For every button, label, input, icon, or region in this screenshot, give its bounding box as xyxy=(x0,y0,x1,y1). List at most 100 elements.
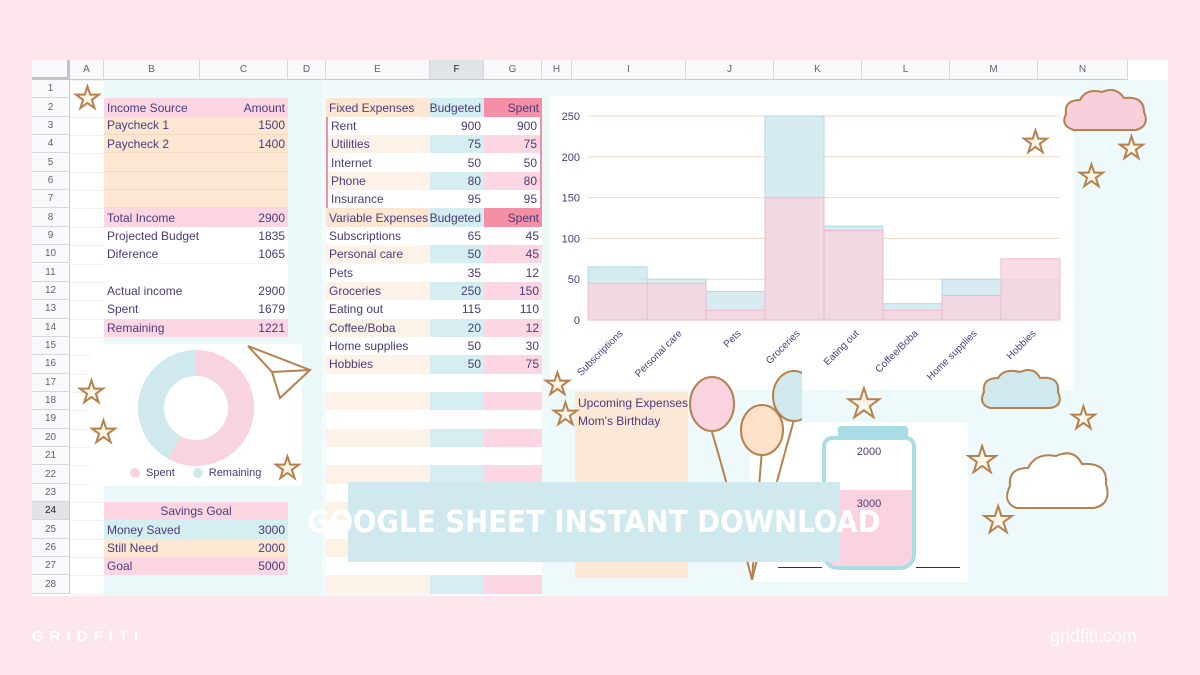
row-header-10[interactable]: 10 xyxy=(32,245,70,264)
variable-expense-spent[interactable]: 150 xyxy=(484,281,542,301)
projected-budget-value[interactable]: 1835 xyxy=(200,226,288,246)
empty-cell[interactable] xyxy=(430,391,484,411)
row-header-15[interactable]: 15 xyxy=(32,336,70,356)
empty-cell[interactable] xyxy=(104,263,288,282)
column-header-h[interactable]: H xyxy=(542,60,572,80)
row-header-20[interactable]: 20 xyxy=(32,428,70,447)
column-header-k[interactable]: K xyxy=(774,60,862,80)
empty-cell[interactable] xyxy=(430,428,484,447)
variable-expenses-header[interactable]: Variable Expenses xyxy=(326,208,430,227)
total-income-label[interactable]: Total Income xyxy=(104,208,200,227)
fixed-expense-spent[interactable]: 80 xyxy=(484,171,542,191)
fixed-expense-name[interactable]: Internet xyxy=(326,153,430,172)
variable-expense-name[interactable]: Subscriptions xyxy=(326,226,430,246)
income-header-amount[interactable]: Amount xyxy=(200,98,288,117)
fixed-expense-name[interactable]: Utilities xyxy=(326,135,430,154)
actual-income-value[interactable]: 2900 xyxy=(200,281,288,301)
fixed-expenses-header[interactable]: Fixed Expenses xyxy=(326,98,430,117)
savings-value[interactable]: 5000 xyxy=(200,557,288,576)
remaining-value[interactable]: 1221 xyxy=(200,318,288,337)
column-header-i[interactable]: I xyxy=(572,60,686,80)
empty-cell[interactable] xyxy=(326,575,430,594)
variable-budgeted-header[interactable]: Budgeted xyxy=(430,208,484,227)
empty-cell[interactable] xyxy=(484,447,542,466)
projected-budget-label[interactable]: Projected Budget xyxy=(104,226,200,246)
row-header-13[interactable]: 13 xyxy=(32,300,70,319)
variable-expense-spent[interactable]: 12 xyxy=(484,318,542,337)
variable-expense-name[interactable]: Eating out xyxy=(326,300,430,319)
fixed-expense-budgeted[interactable]: 95 xyxy=(430,190,484,209)
empty-cell[interactable] xyxy=(484,410,542,429)
fixed-expense-spent[interactable]: 50 xyxy=(484,153,542,172)
fixed-expense-name[interactable]: Rent xyxy=(326,116,430,136)
fixed-expense-name[interactable]: Insurance xyxy=(326,190,430,209)
column-header-e[interactable]: E xyxy=(326,60,430,80)
fixed-expense-budgeted[interactable]: 900 xyxy=(430,116,484,136)
empty-cell[interactable] xyxy=(326,428,430,447)
variable-expense-name[interactable]: Groceries xyxy=(326,281,430,301)
income-amount-cell[interactable] xyxy=(200,171,288,191)
fixed-expense-budgeted[interactable]: 80 xyxy=(430,171,484,191)
difference-value[interactable]: 1065 xyxy=(200,245,288,264)
empty-cell[interactable] xyxy=(326,373,430,392)
variable-expense-name[interactable]: Hobbies xyxy=(326,355,430,374)
fixed-budgeted-header[interactable]: Budgeted xyxy=(430,98,484,117)
row-header-17[interactable]: 17 xyxy=(32,373,70,392)
fixed-expense-spent[interactable]: 95 xyxy=(484,190,542,209)
variable-expense-name[interactable]: Pets xyxy=(326,263,430,282)
actual-income-label[interactable]: Actual income xyxy=(104,281,200,301)
row-header-21[interactable]: 21 xyxy=(32,447,70,466)
row-header-3[interactable]: 3 xyxy=(32,116,70,136)
empty-cell[interactable] xyxy=(326,410,430,429)
column-header-f[interactable]: F xyxy=(430,60,484,80)
column-header-g[interactable]: G xyxy=(484,60,542,80)
variable-expense-budgeted[interactable]: 50 xyxy=(430,355,484,374)
spent-label[interactable]: Spent xyxy=(104,300,200,319)
row-header-22[interactable]: 22 xyxy=(32,465,70,484)
row-header-18[interactable]: 18 xyxy=(32,391,70,411)
column-header-j[interactable]: J xyxy=(686,60,774,80)
empty-cell[interactable] xyxy=(430,447,484,466)
row-header-14[interactable]: 14 xyxy=(32,318,70,337)
variable-expense-spent[interactable]: 110 xyxy=(484,300,542,319)
empty-cell[interactable] xyxy=(326,391,430,411)
fixed-spent-header[interactable]: Spent xyxy=(484,98,542,117)
row-header-24[interactable]: 24 xyxy=(32,502,70,521)
row-header-12[interactable]: 12 xyxy=(32,281,70,301)
row-header-27[interactable]: 27 xyxy=(32,557,70,576)
variable-expense-spent[interactable]: 75 xyxy=(484,355,542,374)
variable-expense-budgeted[interactable]: 35 xyxy=(430,263,484,282)
savings-goal-title[interactable]: Savings Goal xyxy=(104,502,288,521)
variable-expense-budgeted[interactable]: 50 xyxy=(430,336,484,356)
row-header-9[interactable]: 9 xyxy=(32,226,70,246)
column-header-d[interactable]: D xyxy=(288,60,326,80)
total-income-value[interactable]: 2900 xyxy=(200,208,288,227)
fixed-expense-budgeted[interactable]: 50 xyxy=(430,153,484,172)
row-header-26[interactable]: 26 xyxy=(32,538,70,558)
empty-cell[interactable] xyxy=(484,465,542,484)
variable-expense-budgeted[interactable]: 115 xyxy=(430,300,484,319)
row-header-4[interactable]: 4 xyxy=(32,135,70,154)
empty-cell[interactable] xyxy=(430,410,484,429)
empty-cell[interactable] xyxy=(484,575,542,594)
variable-spent-header[interactable]: Spent xyxy=(484,208,542,227)
variable-expense-budgeted[interactable]: 20 xyxy=(430,318,484,337)
variable-expense-budgeted[interactable]: 50 xyxy=(430,245,484,264)
fixed-expense-spent[interactable]: 900 xyxy=(484,116,542,136)
row-header-5[interactable]: 5 xyxy=(32,153,70,172)
income-amount-cell[interactable] xyxy=(200,153,288,172)
variable-expense-name[interactable]: Home supplies xyxy=(326,336,430,356)
row-header-7[interactable]: 7 xyxy=(32,190,70,209)
row-header-6[interactable]: 6 xyxy=(32,171,70,191)
fixed-expense-budgeted[interactable]: 75 xyxy=(430,135,484,154)
column-header-n[interactable]: N xyxy=(1038,60,1128,80)
savings-label[interactable]: Still Need xyxy=(104,538,200,558)
column-header-b[interactable]: B xyxy=(104,60,200,80)
empty-cell[interactable] xyxy=(484,391,542,411)
row-header-19[interactable]: 19 xyxy=(32,410,70,429)
column-header-l[interactable]: L xyxy=(862,60,950,80)
empty-cell[interactable] xyxy=(430,465,484,484)
column-header-c[interactable]: C xyxy=(200,60,288,80)
empty-cell[interactable] xyxy=(484,373,542,392)
variable-expense-spent[interactable]: 30 xyxy=(484,336,542,356)
